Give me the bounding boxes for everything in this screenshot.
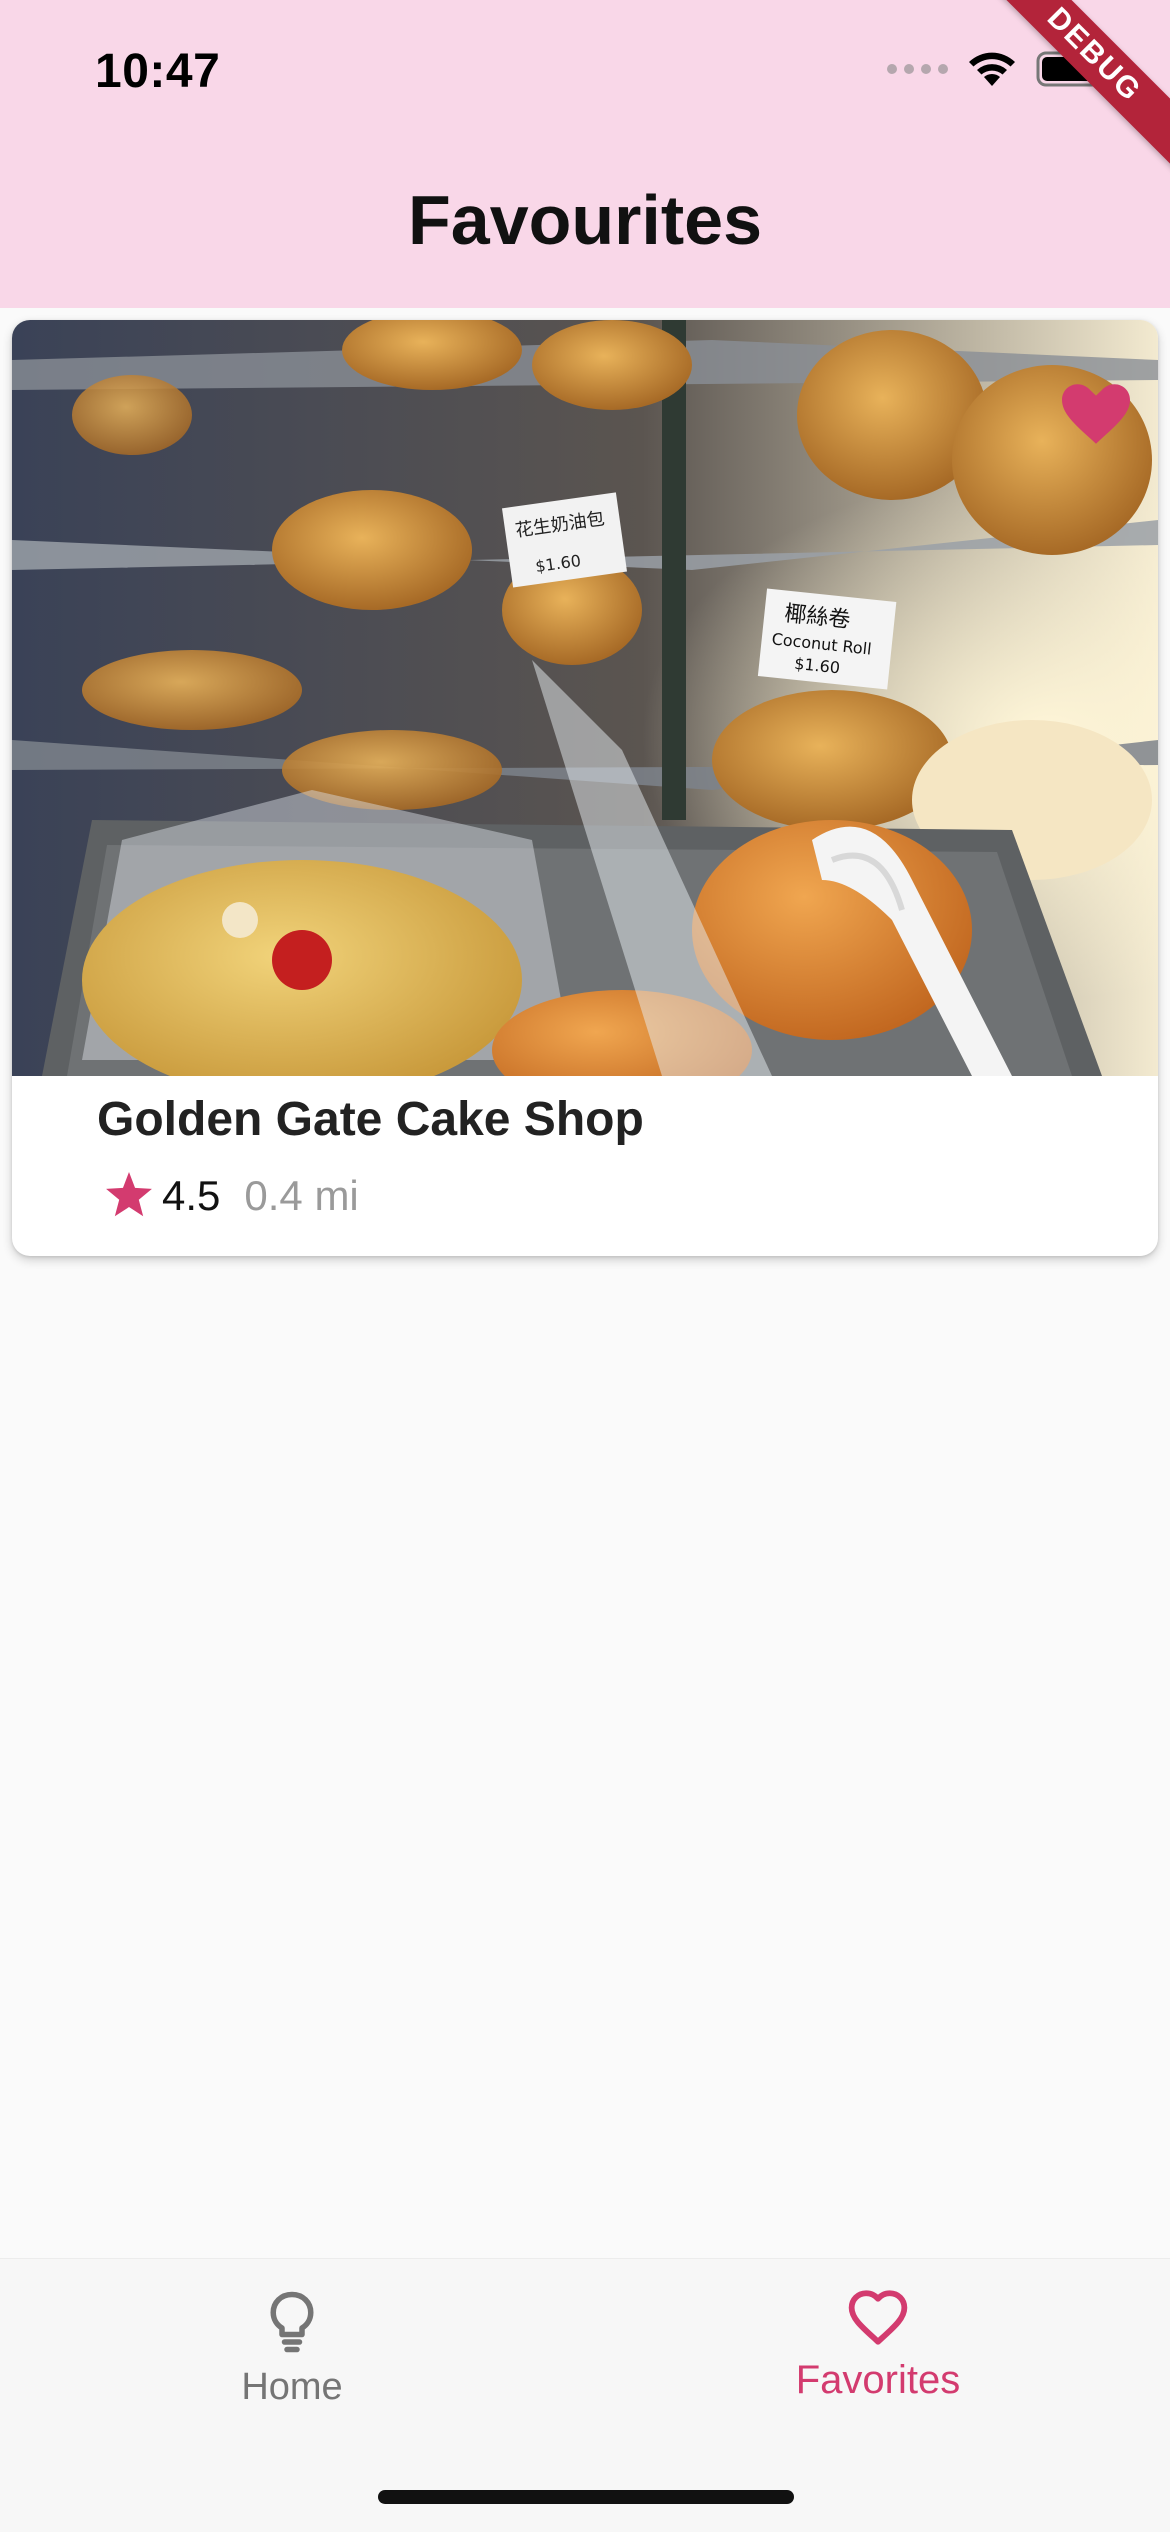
nav-item-home[interactable]: Home xyxy=(142,2289,442,2409)
heart-outline-icon xyxy=(848,2290,908,2345)
app-bar: 10:47 DEBUG Favourites xyxy=(0,0,1170,308)
wifi-icon xyxy=(966,50,1018,88)
status-time: 10:47 xyxy=(95,45,221,98)
star-icon xyxy=(106,1172,152,1217)
nav-label-favorites: Favorites xyxy=(795,2358,961,2402)
restaurant-card[interactable]: 花生奶油包 $1.60 椰絲卷 Coconut Roll $1.60 Golde… xyxy=(12,320,1158,1256)
home-indicator xyxy=(378,2490,794,2504)
nav-item-favorites[interactable]: Favorites xyxy=(728,2289,1028,2403)
restaurant-name: Golden Gate Cake Shop xyxy=(97,1093,644,1146)
rating-value: 4.5 xyxy=(162,1172,221,1219)
cellular-signal-icon xyxy=(887,64,948,74)
debug-banner: DEBUG xyxy=(971,0,1170,178)
page-title: Favourites xyxy=(408,181,762,259)
restaurant-meta: 4.5 0.4 mi xyxy=(104,1172,359,1220)
lightbulb-outline-icon xyxy=(270,2291,314,2353)
nav-label-home: Home xyxy=(241,2366,343,2408)
heart-filled-icon xyxy=(1062,384,1130,444)
distance-value: 0.4 mi xyxy=(244,1172,359,1219)
bakery-photo: 花生奶油包 $1.60 椰絲卷 Coconut Roll $1.60 xyxy=(12,320,1158,1076)
favorite-toggle-button[interactable] xyxy=(1062,384,1130,444)
favourites-screen: 10:47 DEBUG Favourites 花生奶油包 $1.60 椰絲卷 C… xyxy=(0,0,1170,2532)
